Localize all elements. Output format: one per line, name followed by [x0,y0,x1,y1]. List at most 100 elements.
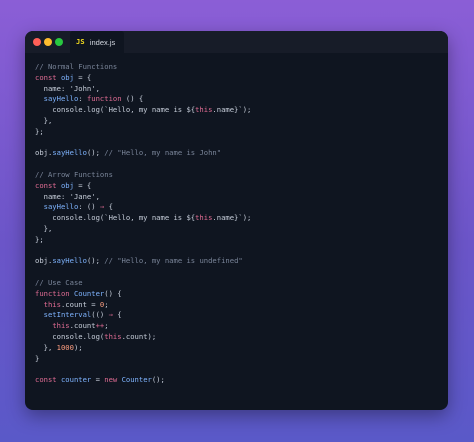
code-token: sayHello [52,148,87,158]
code-token: }, [35,342,57,352]
code-token: sayHello [43,94,79,104]
code-token: .count = [60,299,100,309]
code-token: console.log(`Hello, my name is ${ [35,213,196,223]
code-token: Counter [121,375,152,385]
code-token: ); [73,342,83,352]
code-token: 1000 [56,342,74,352]
code-token: : [78,94,87,104]
code-line: name: 'John', [35,84,440,95]
code-token: this [195,105,213,115]
code-token: () { [104,288,122,298]
javascript-file-icon: JS [76,38,85,46]
file-tab[interactable]: JS index.js [70,31,124,53]
code-line: } [35,354,440,365]
code-token: .count [69,321,96,331]
code-line: }, 1000); [35,343,440,354]
code-token: // "Hello, my name is John" [104,148,222,158]
code-line: // Use Case [35,278,440,289]
code-line: console.log(`Hello, my name is ${this.na… [35,213,440,224]
code-line: }, [35,224,440,235]
code-token: .count); [121,331,157,341]
code-token: setInterval [43,310,92,320]
code-token: sayHello [43,202,79,212]
code-token: counter [60,375,92,385]
code-line: this.count = 0; [35,300,440,311]
code-token: }, [35,223,53,233]
code-line: console.log(this.count); [35,332,440,343]
code-token: (); [86,256,105,266]
code-token: (() [91,310,109,320]
code-editor[interactable]: // Normal Functions const obj = { name: '… [35,62,440,386]
code-token: // "Hello, my name is undefined" [104,256,243,266]
code-token: sayHello [52,256,87,266]
code-line: name: 'Jane', [35,192,440,203]
code-line: function Counter() { [35,289,440,300]
code-token: } [35,353,40,363]
maximize-dot-icon[interactable] [55,38,63,46]
code-token: .name}`); [212,105,252,115]
minimize-dot-icon[interactable] [44,38,52,46]
code-line: const counter = new Counter(); [35,375,440,386]
close-dot-icon[interactable] [33,38,41,46]
code-line: }; [35,127,440,138]
code-token: () { [121,94,144,104]
code-token: // Normal Functions [35,62,118,71]
code-line: // Normal Functions [35,62,440,73]
code-token: }, [35,115,53,125]
code-line: }; [35,235,440,246]
code-line: obj.sayHello(); // "Hello, my name is Jo… [35,148,440,159]
code-token: (); [86,148,105,158]
code-token: = { [73,72,92,82]
code-line: sayHello: function () { [35,94,440,105]
code-token: obj [60,180,74,190]
code-token: function [86,94,122,104]
code-token: name: 'John', [35,83,100,93]
code-token: }; [35,234,44,244]
code-token: }; [35,126,44,136]
code-token: .name}`); [212,213,252,223]
code-line: setInterval(() ⇒ { [35,310,440,321]
code-token: { [112,310,122,320]
code-line: }, [35,116,440,127]
code-token: this [52,321,70,331]
tab-label: index.js [89,37,116,47]
code-line: // Arrow Functions [35,170,440,181]
code-token: { [104,202,113,212]
code-token: // Use Case [35,277,83,287]
code-token: (); [151,375,165,385]
code-token: this [195,213,213,223]
code-token: : () [78,202,100,212]
code-token: console.log( [35,331,105,341]
code-token: ; [104,321,109,331]
code-token: console.log(`Hello, my name is ${ [35,105,196,115]
code-token: const [35,180,61,190]
code-line: const obj = { [35,73,440,84]
code-token: = { [73,180,92,190]
code-token: = [91,375,105,385]
code-window: JS index.js // Normal Functions const obj… [25,31,448,410]
code-token: // Arrow Functions [35,169,113,179]
code-line: sayHello: () ⇒ { [35,202,440,213]
code-line: console.log(`Hello, my name is ${this.na… [35,105,440,116]
code-token: this [104,331,122,341]
code-token: ; [104,299,109,309]
code-line: obj.sayHello(); // "Hello, my name is un… [35,256,440,267]
code-token: const [35,72,61,82]
code-token: Counter [73,288,105,298]
code-token: obj. [35,148,53,158]
code-token: obj. [35,256,53,266]
code-line: const obj = { [35,181,440,192]
code-token: name: 'Jane', [35,191,100,201]
window-titlebar: JS index.js [25,31,448,53]
code-token: new [104,375,122,385]
